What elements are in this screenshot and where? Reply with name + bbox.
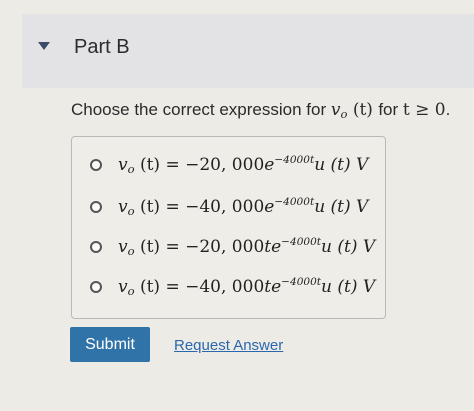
option-exponent: −4000t xyxy=(281,275,322,288)
question-text: Choose the correct expression for vo (t)… xyxy=(71,100,450,121)
part-title: Part B xyxy=(74,36,130,58)
option-base: te xyxy=(264,276,282,297)
question-middle: for xyxy=(378,100,403,119)
option-1[interactable]: vo (t) = −20, 000e−4000tu (t) V xyxy=(90,150,368,180)
radio-button-icon[interactable] xyxy=(90,241,102,253)
submit-button[interactable]: Submit xyxy=(70,327,150,362)
option-expression: vo (t) = −40, 000e−4000tu (t) V xyxy=(118,196,368,218)
option-exponent: −4000t xyxy=(281,235,322,248)
option-lhs-sub: o xyxy=(127,204,135,219)
option-base: e xyxy=(264,196,275,217)
option-coefficient: −20, 000 xyxy=(185,154,265,175)
option-lhs-arg: (t) = xyxy=(134,196,186,217)
option-lhs-main: v xyxy=(118,236,128,257)
option-lhs-arg: (t) = xyxy=(134,276,186,297)
option-lhs-arg: (t) = xyxy=(134,154,186,175)
option-expression: vo (t) = −20, 000te−4000tu (t) V xyxy=(118,236,375,258)
option-lhs-arg: (t) = xyxy=(134,236,186,257)
radio-button-icon[interactable] xyxy=(90,159,102,171)
option-tail: u (t) V xyxy=(321,276,376,297)
option-lhs-main: v xyxy=(118,154,128,175)
question-var-arg: (t) xyxy=(347,100,379,120)
option-coefficient: −20, 000 xyxy=(185,236,265,257)
option-tail: u (t) V xyxy=(314,196,369,217)
option-base: te xyxy=(264,236,282,257)
option-tail: u (t) V xyxy=(314,154,369,175)
answer-options: vo (t) = −20, 000e−4000tu (t) V vo (t) =… xyxy=(71,136,386,319)
question-condition: t ≥ 0 xyxy=(402,100,446,120)
option-exponent: −4000t xyxy=(274,195,315,208)
question-prefix: Choose the correct expression for xyxy=(71,100,331,119)
option-exponent: −4000t xyxy=(274,153,315,166)
option-lhs-main: v xyxy=(118,276,128,297)
part-header[interactable]: Part B xyxy=(22,14,474,88)
option-expression: vo (t) = −40, 000te−4000tu (t) V xyxy=(118,276,375,298)
option-coefficient: −40, 000 xyxy=(185,196,265,217)
option-4[interactable]: vo (t) = −40, 000te−4000tu (t) V xyxy=(90,272,375,302)
caret-down-icon[interactable] xyxy=(38,42,50,50)
option-base: e xyxy=(264,154,275,175)
radio-button-icon[interactable] xyxy=(90,201,102,213)
question-suffix: . xyxy=(445,100,451,119)
option-coefficient: −40, 000 xyxy=(185,276,265,297)
option-lhs-main: v xyxy=(118,196,128,217)
option-3[interactable]: vo (t) = −20, 000te−4000tu (t) V xyxy=(90,232,375,262)
question-variable: vo (t) xyxy=(331,100,379,121)
request-answer-link[interactable]: Request Answer xyxy=(174,337,283,354)
option-lhs-sub: o xyxy=(127,244,135,259)
option-expression: vo (t) = −20, 000e−4000tu (t) V xyxy=(118,154,368,176)
option-lhs-sub: o xyxy=(127,284,135,299)
option-tail: u (t) V xyxy=(321,236,376,257)
option-2[interactable]: vo (t) = −40, 000e−4000tu (t) V xyxy=(90,192,368,222)
radio-button-icon[interactable] xyxy=(90,281,102,293)
option-lhs-sub: o xyxy=(127,162,135,177)
